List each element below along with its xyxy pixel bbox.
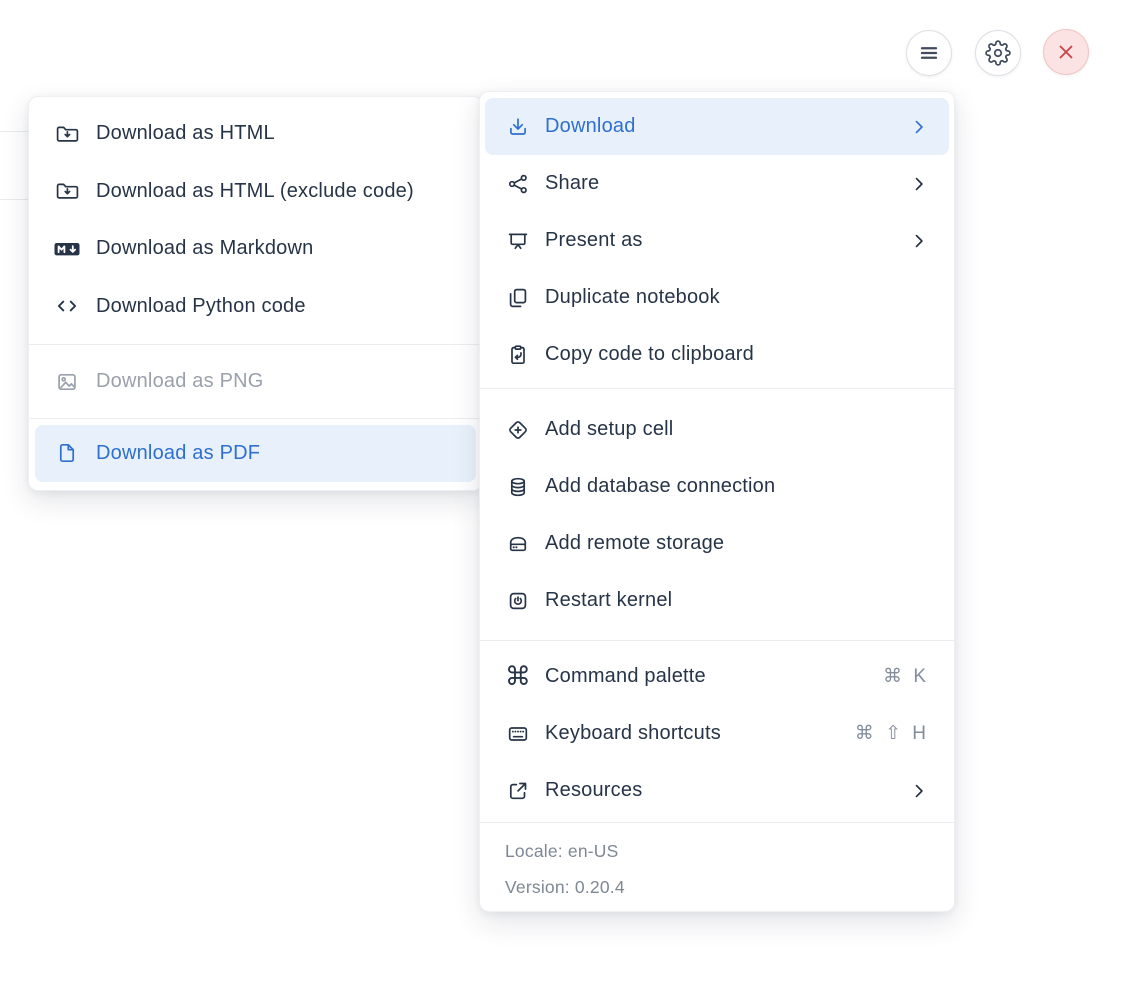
clipboard-copy-icon [505, 342, 531, 368]
menu-separator [480, 388, 954, 389]
hamburger-icon [916, 40, 942, 66]
submenu-item-label: Download as PNG [96, 370, 264, 393]
code-icon [53, 293, 81, 319]
submenu-separator [29, 344, 482, 345]
submenu-item-download-python-code[interactable]: Download Python code [29, 278, 482, 336]
menu-footer: Locale: en-US Version: 0.20.4 [480, 823, 954, 911]
menu-item-resources[interactable]: Resources [480, 762, 954, 819]
submenu-item-download-as-html-exclude-code[interactable]: Download as HTML (exclude code) [29, 163, 482, 221]
chevron-right-icon [909, 781, 929, 801]
submenu-item-label: Download as PDF [96, 441, 261, 464]
notebook-menu: Download Share Present as Duplicate note… [479, 91, 955, 912]
gear-icon [985, 40, 1011, 66]
file-icon [53, 440, 81, 466]
locale-info: Locale: en-US [505, 841, 619, 861]
submenu-item-label: Download as HTML [96, 122, 275, 145]
menu-item-label: Add database connection [545, 475, 776, 497]
submenu-item-label: Download as Markdown [96, 237, 314, 260]
menu-button[interactable] [906, 30, 952, 76]
command-icon: ⌘ [504, 661, 532, 692]
menu-item-add-database-connection[interactable]: Add database connection [480, 458, 954, 515]
submenu-item-label: Download as HTML (exclude code) [96, 179, 414, 202]
duplicate-icon [505, 285, 531, 311]
menu-item-present-as[interactable]: Present as [480, 212, 954, 269]
power-icon [505, 588, 531, 614]
chevron-right-icon [909, 174, 929, 194]
version-info: Version: 0.20.4 [505, 877, 625, 897]
menu-item-label: Download [545, 115, 636, 137]
menu-item-share[interactable]: Share [480, 155, 954, 212]
external-link-icon [505, 778, 531, 804]
submenu-item-download-as-pdf[interactable]: Download as PDF [35, 424, 476, 482]
folder-download-icon [53, 121, 81, 147]
submenu-separator [29, 417, 482, 419]
menu-item-label: Add setup cell [545, 418, 674, 440]
close-icon [1055, 41, 1077, 63]
chevron-right-icon [909, 117, 929, 137]
presentation-icon [505, 228, 531, 254]
app-screen: Download Share Present as Duplicate note… [0, 0, 1130, 986]
menu-item-label: Share [545, 172, 600, 194]
download-icon [505, 114, 531, 140]
settings-button[interactable] [975, 30, 1021, 76]
image-icon [53, 369, 81, 395]
download-submenu: Download as HTML Download as HTML (exclu… [28, 96, 483, 491]
menu-item-download[interactable]: Download [485, 98, 949, 155]
storage-drive-icon [505, 531, 531, 557]
diamond-plus-icon [505, 417, 531, 443]
menu-item-command-palette[interactable]: ⌘ Command palette ⌘ K [480, 648, 954, 705]
close-button[interactable] [1043, 29, 1089, 75]
markdown-icon [53, 236, 81, 262]
menu-item-restart-kernel[interactable]: Restart kernel [480, 572, 954, 629]
share-icon [505, 171, 531, 197]
menu-item-label: Copy code to clipboard [545, 343, 754, 365]
menu-item-label: Duplicate notebook [545, 286, 720, 308]
menu-separator [480, 640, 954, 641]
folder-download-icon [53, 178, 81, 204]
menu-item-duplicate-notebook[interactable]: Duplicate notebook [480, 269, 954, 326]
shortcut-hint: ⌘ ⇧ H [854, 723, 929, 744]
submenu-item-download-as-html[interactable]: Download as HTML [29, 105, 482, 163]
menu-item-label: Command palette [545, 665, 706, 687]
menu-item-add-remote-storage[interactable]: Add remote storage [480, 515, 954, 572]
menu-item-copy-code[interactable]: Copy code to clipboard [480, 326, 954, 383]
background-divider [0, 131, 29, 132]
shortcut-hint: ⌘ K [883, 666, 929, 687]
database-icon [505, 474, 531, 500]
menu-item-label: Present as [545, 229, 643, 251]
menu-item-label: Add remote storage [545, 532, 725, 554]
submenu-item-download-as-markdown[interactable]: Download as Markdown [29, 220, 482, 278]
submenu-item-label: Download Python code [96, 294, 306, 317]
submenu-item-download-as-png[interactable]: Download as PNG [29, 353, 482, 411]
chevron-right-icon [909, 231, 929, 251]
menu-item-keyboard-shortcuts[interactable]: Keyboard shortcuts ⌘ ⇧ H [480, 705, 954, 762]
menu-item-label: Restart kernel [545, 589, 673, 611]
menu-item-label: Resources [545, 779, 643, 801]
background-divider [0, 199, 29, 200]
menu-item-add-setup-cell[interactable]: Add setup cell [480, 401, 954, 458]
keyboard-icon [505, 721, 531, 747]
menu-item-label: Keyboard shortcuts [545, 722, 721, 744]
